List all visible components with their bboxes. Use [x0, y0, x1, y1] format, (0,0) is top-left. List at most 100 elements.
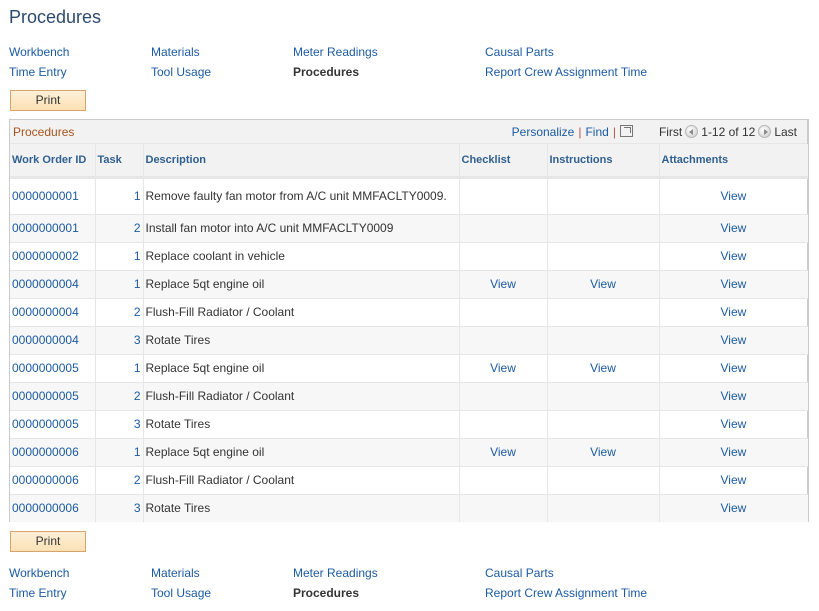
- work-order-id-link[interactable]: 0000000006: [10, 438, 96, 467]
- instructions-view-link: [547, 242, 660, 271]
- attachments-view-link[interactable]: View: [659, 410, 808, 439]
- column-header-description[interactable]: Description: [143, 144, 460, 179]
- work-order-id-link[interactable]: 0000000005: [10, 382, 96, 411]
- instructions-view-link[interactable]: View: [547, 438, 660, 467]
- nav-link-report-crew-assignment-time[interactable]: Report Crew Assignment Time: [485, 65, 647, 79]
- task-number: 2: [95, 214, 144, 243]
- checklist-view-link: [459, 242, 548, 271]
- next-icon[interactable]: [758, 125, 772, 138]
- column-header-checklist[interactable]: Checklist: [459, 144, 548, 179]
- personalize-link[interactable]: Personalize: [512, 125, 575, 139]
- previous-icon[interactable]: [685, 125, 699, 138]
- table-row: 0000000005 3 Rotate Tires View: [10, 410, 808, 439]
- nav-link-workbench[interactable]: Workbench: [9, 566, 69, 580]
- nav-link-meter-readings[interactable]: Meter Readings: [293, 45, 378, 59]
- work-order-id-link[interactable]: 0000000001: [10, 214, 96, 243]
- column-header-attachments[interactable]: Attachments: [659, 144, 808, 179]
- checklist-view-link[interactable]: View: [459, 438, 548, 467]
- nav-link-materials[interactable]: Materials: [151, 45, 200, 59]
- attachments-view-link[interactable]: View: [659, 494, 808, 522]
- find-link[interactable]: Find: [585, 125, 608, 139]
- column-header-task[interactable]: Task: [95, 144, 144, 179]
- grid-title: Procedures: [13, 125, 75, 139]
- instructions-view-link[interactable]: View: [547, 270, 660, 299]
- column-header-instructions[interactable]: Instructions: [547, 144, 660, 179]
- nav-current-procedures: Procedures: [293, 65, 360, 79]
- row-range: 1-12 of 12: [701, 125, 756, 139]
- nav-link-meter-readings[interactable]: Meter Readings: [293, 566, 378, 580]
- attachments-view-link[interactable]: View: [659, 270, 808, 299]
- work-order-id-link[interactable]: 0000000006: [10, 494, 96, 522]
- work-order-id-link[interactable]: 0000000004: [10, 326, 96, 355]
- checklist-view-link: [459, 494, 548, 522]
- checklist-view-link[interactable]: View: [459, 270, 548, 299]
- nav-link-causal-parts[interactable]: Causal Parts: [485, 566, 554, 580]
- description-cell: Replace 5qt engine oil: [143, 438, 460, 467]
- task-number: 3: [95, 410, 144, 439]
- work-order-id-link[interactable]: 0000000004: [10, 270, 96, 299]
- checklist-view-link: [459, 466, 548, 495]
- procedures-table: Work Order ID Task Description Checklist…: [10, 144, 808, 522]
- checklist-view-link: [459, 177, 548, 215]
- nav-link-materials[interactable]: Materials: [151, 566, 200, 580]
- print-button-top[interactable]: Print: [10, 90, 86, 111]
- table-row: 0000000006 2 Flush-Fill Radiator / Coolant…: [10, 466, 808, 495]
- page-title: Procedures: [9, 7, 102, 27]
- nav-link-report-crew-assignment-time[interactable]: Report Crew Assignment Time: [485, 586, 647, 600]
- task-number: 1: [95, 438, 144, 467]
- nav-link-time-entry[interactable]: Time Entry: [9, 586, 67, 600]
- work-order-id-link[interactable]: 0000000005: [10, 354, 96, 383]
- attachments-view-link[interactable]: View: [659, 354, 808, 383]
- table-header-row: Work Order ID Task Description Checklist…: [10, 144, 808, 179]
- last-label[interactable]: Last: [774, 125, 797, 139]
- work-order-id-link[interactable]: 0000000004: [10, 298, 96, 327]
- work-order-id-link[interactable]: 0000000001: [10, 177, 96, 215]
- instructions-view-link[interactable]: View: [547, 354, 660, 383]
- checklist-view-link[interactable]: View: [459, 354, 548, 383]
- nav-link-tool-usage[interactable]: Tool Usage: [151, 586, 211, 600]
- work-order-id-link[interactable]: 0000000002: [10, 242, 96, 271]
- description-cell: Replace 5qt engine oil: [143, 354, 460, 383]
- work-order-id-link[interactable]: 0000000005: [10, 410, 96, 439]
- attachments-view-link[interactable]: View: [659, 177, 808, 215]
- nav-link-time-entry[interactable]: Time Entry: [9, 65, 67, 79]
- table-row: 0000000005 1 Replace 5qt engine oil View Vie…: [10, 354, 808, 383]
- procedures-grid: Procedures Personalize | Find | First 1-12 of…: [9, 119, 809, 522]
- print-button-bottom[interactable]: Print: [10, 531, 86, 552]
- first-label[interactable]: First: [659, 125, 682, 139]
- separator: |: [612, 125, 616, 139]
- instructions-view-link: [547, 410, 660, 439]
- attachments-view-link[interactable]: View: [659, 326, 808, 355]
- task-number: 1: [95, 242, 144, 271]
- instructions-view-link: [547, 298, 660, 327]
- attachments-view-link[interactable]: View: [659, 466, 808, 495]
- task-number: 1: [95, 177, 144, 215]
- description-cell: Replace coolant in vehicle: [143, 242, 460, 271]
- description-cell: Flush-Fill Radiator / Coolant: [143, 298, 460, 327]
- table-row: 0000000004 3 Rotate Tires View: [10, 326, 808, 355]
- checklist-view-link: [459, 298, 548, 327]
- attachments-view-link[interactable]: View: [659, 438, 808, 467]
- task-number: 2: [95, 382, 144, 411]
- description-cell: Rotate Tires: [143, 326, 460, 355]
- nav-current-procedures: Procedures: [293, 586, 360, 600]
- instructions-view-link: [547, 382, 660, 411]
- description-cell: Replace 5qt engine oil: [143, 270, 460, 299]
- task-number: 2: [95, 298, 144, 327]
- column-header-work-order-id[interactable]: Work Order ID: [10, 144, 96, 179]
- work-order-id-link[interactable]: 0000000006: [10, 466, 96, 495]
- table-row: 0000000004 2 Flush-Fill Radiator / Coolant…: [10, 298, 808, 327]
- nav-link-causal-parts[interactable]: Causal Parts: [485, 45, 554, 59]
- instructions-view-link: [547, 466, 660, 495]
- attachments-view-link[interactable]: View: [659, 214, 808, 243]
- task-number: 3: [95, 326, 144, 355]
- table-row: 0000000001 1 Remove faulty fan motor from …: [10, 177, 808, 215]
- attachments-view-link[interactable]: View: [659, 242, 808, 271]
- view-all-icon[interactable]: [619, 125, 633, 137]
- nav-link-tool-usage[interactable]: Tool Usage: [151, 65, 211, 79]
- attachments-view-link[interactable]: View: [659, 382, 808, 411]
- grid-header-bar: Procedures Personalize | Find | First 1-12 of…: [10, 120, 807, 144]
- attachments-view-link[interactable]: View: [659, 298, 808, 327]
- nav-link-workbench[interactable]: Workbench: [9, 45, 69, 59]
- table-row: 0000000005 2 Flush-Fill Radiator / Coolant…: [10, 382, 808, 411]
